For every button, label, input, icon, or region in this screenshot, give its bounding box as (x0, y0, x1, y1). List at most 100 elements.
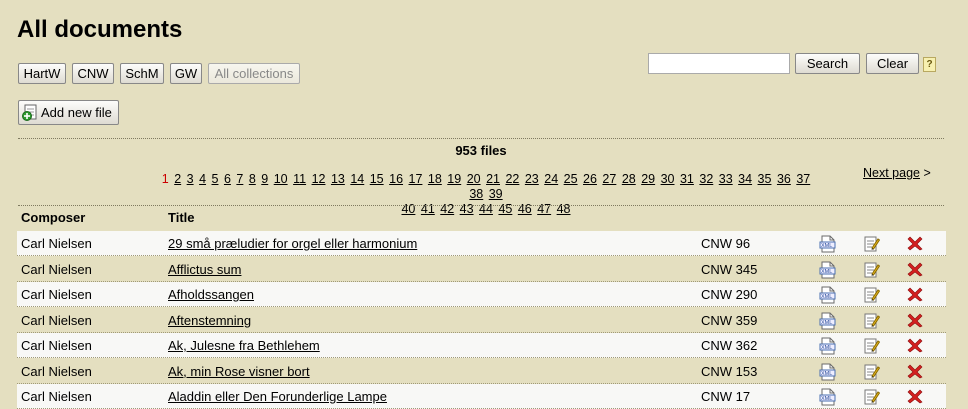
page-link[interactable]: 10 (274, 172, 288, 186)
title-link[interactable]: Ak, Julesne fra Bethlehem (168, 338, 320, 353)
page-link[interactable]: 31 (680, 172, 694, 186)
collection-button-hartw[interactable]: HartW (18, 63, 66, 84)
page-link[interactable]: 39 (489, 187, 503, 201)
catalog-number: CNW 362 (701, 338, 758, 353)
xml-file-icon[interactable]: XML (819, 286, 837, 307)
page-link[interactable]: 13 (331, 172, 345, 186)
page-link[interactable]: 12 (312, 172, 326, 186)
current-page: 1 (161, 172, 169, 186)
edit-document-icon[interactable] (863, 363, 881, 383)
page-link[interactable]: 26 (583, 172, 597, 186)
edit-document-icon[interactable] (863, 235, 881, 255)
next-page-arrow: > (923, 166, 931, 180)
add-file-icon (22, 104, 37, 121)
page-link[interactable]: 32 (699, 172, 713, 186)
divider (18, 138, 944, 139)
delete-x-icon[interactable] (907, 261, 923, 280)
page-link[interactable]: 4 (199, 172, 206, 186)
edit-document-icon[interactable] (863, 261, 881, 281)
table-row: Carl Nielsen Afflictus sum CNW 345 XML (17, 257, 946, 282)
page-link[interactable]: 5 (212, 172, 219, 186)
xml-file-icon[interactable]: XML (819, 363, 837, 384)
composer-cell: Carl Nielsen (21, 338, 92, 353)
edit-document-icon[interactable] (863, 312, 881, 332)
search-button[interactable]: Search (795, 53, 860, 74)
page-link[interactable]: 3 (187, 172, 194, 186)
composer-column-header: Composer (21, 210, 86, 225)
page-title: All documents (17, 16, 183, 43)
delete-x-icon[interactable] (907, 363, 923, 382)
collection-button-schm[interactable]: SchM (120, 63, 164, 84)
delete-x-icon[interactable] (907, 312, 923, 331)
title-link[interactable]: Aladdin eller Den Forunderlige Lampe (168, 389, 387, 404)
next-page-link[interactable]: Next page (863, 166, 920, 180)
svg-text:XML: XML (821, 269, 832, 275)
page-link[interactable]: 29 (641, 172, 655, 186)
page-link[interactable]: 18 (428, 172, 442, 186)
catalog-number: CNW 17 (701, 389, 751, 404)
title-link[interactable]: Afholdssangen (168, 287, 254, 302)
page-link[interactable]: 23 (525, 172, 539, 186)
xml-file-icon[interactable]: XML (819, 388, 837, 409)
collection-button-cnw[interactable]: CNW (72, 63, 114, 84)
page-link[interactable]: 8 (249, 172, 256, 186)
composer-cell: Carl Nielsen (21, 261, 92, 277)
edit-document-icon[interactable] (863, 286, 881, 306)
help-icon[interactable]: ? (923, 57, 936, 72)
file-count: 953 files (455, 143, 507, 158)
page-link[interactable]: 21 (486, 172, 500, 186)
collection-button-all[interactable]: All collections (208, 63, 300, 84)
page-link[interactable]: 9 (261, 172, 268, 186)
page-link[interactable]: 15 (370, 172, 384, 186)
delete-x-icon[interactable] (907, 286, 923, 305)
title-link[interactable]: Afflictus sum (168, 262, 241, 277)
page-link[interactable]: 27 (602, 172, 616, 186)
title-link[interactable]: 29 små præludier for orgel eller harmoni… (168, 236, 417, 251)
catalog-number: CNW 359 (701, 312, 758, 328)
title-link[interactable]: Aftenstemning (168, 313, 251, 328)
xml-file-icon[interactable]: XML (819, 337, 837, 358)
page-link[interactable]: 38 (469, 187, 483, 201)
page-link[interactable]: 7 (236, 172, 243, 186)
title-column-header: Title (168, 210, 195, 225)
catalog-number: CNW 153 (701, 363, 758, 379)
page-link[interactable]: 24 (544, 172, 558, 186)
page-link[interactable]: 25 (564, 172, 578, 186)
page-link[interactable]: 35 (758, 172, 772, 186)
page-link[interactable]: 28 (622, 172, 636, 186)
catalog-number: CNW 345 (701, 261, 758, 277)
page-link[interactable]: 36 (777, 172, 791, 186)
delete-x-icon[interactable] (907, 388, 923, 407)
xml-file-icon[interactable]: XML (819, 235, 837, 256)
collection-button-gw[interactable]: GW (170, 63, 202, 84)
page-link[interactable]: 2 (174, 172, 181, 186)
page-link[interactable]: 33 (719, 172, 733, 186)
title-link[interactable]: Ak, min Rose visner bort (168, 364, 310, 379)
xml-file-icon[interactable]: XML (819, 261, 837, 282)
catalog-number: CNW 96 (701, 236, 751, 251)
table-row: Carl Nielsen Afholdssangen CNW 290 XML (17, 282, 946, 307)
page-link[interactable]: 20 (467, 172, 481, 186)
edit-document-icon[interactable] (863, 388, 881, 408)
page-link[interactable]: 19 (447, 172, 461, 186)
page-link[interactable]: 30 (661, 172, 675, 186)
page-link[interactable]: 17 (409, 172, 423, 186)
catalog-number: CNW 290 (701, 287, 758, 302)
page-link[interactable]: 16 (389, 172, 403, 186)
clear-button[interactable]: Clear (866, 53, 919, 74)
table-row: Carl Nielsen Aftenstemning CNW 359 XML (17, 308, 946, 333)
composer-cell: Carl Nielsen (21, 389, 92, 404)
xml-file-icon[interactable]: XML (819, 312, 837, 333)
edit-document-icon[interactable] (863, 337, 881, 357)
delete-x-icon[interactable] (907, 337, 923, 356)
page-link[interactable]: 37 (796, 172, 810, 186)
delete-x-icon[interactable] (907, 235, 923, 254)
page-link[interactable]: 14 (350, 172, 364, 186)
add-new-file-button[interactable]: Add new file (18, 100, 119, 125)
composer-cell: Carl Nielsen (21, 236, 92, 251)
page-link[interactable]: 6 (224, 172, 231, 186)
page-link[interactable]: 11 (293, 172, 306, 186)
search-input[interactable] (648, 53, 790, 74)
page-link[interactable]: 22 (505, 172, 519, 186)
page-link[interactable]: 34 (738, 172, 752, 186)
